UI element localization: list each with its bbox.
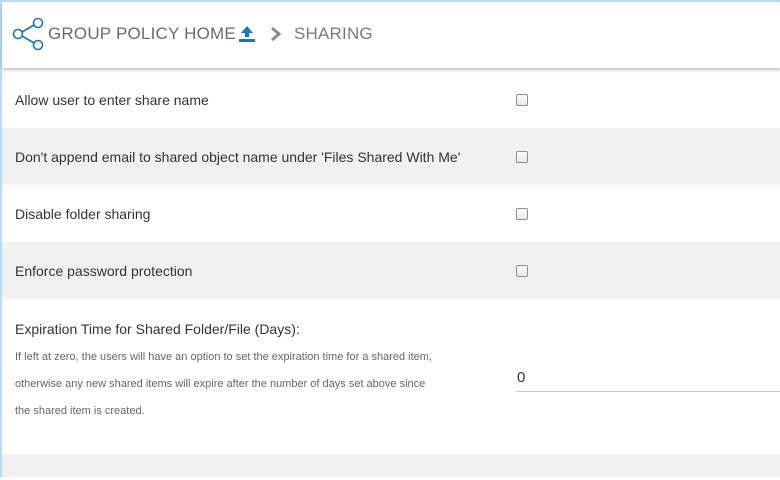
chevron-right-icon [271,26,282,42]
expiration-help-line: If left at zero, the users will have an … [15,351,432,363]
setting-row-disable-folder-sharing: Disable folder sharing [2,185,780,242]
breadcrumb-header: GROUP POLICY HOME SHARING [2,2,780,68]
setting-row-allow-share-name: Allow user to enter share name [2,71,780,128]
share-icon [12,17,44,51]
breadcrumb-home-link[interactable]: GROUP POLICY HOME [48,24,236,44]
setting-row-enforce-password: Enforce password protection [2,242,780,299]
upload-icon[interactable] [238,25,256,43]
sharing-settings-panel: GROUP POLICY HOME SHARING Allow user to … [0,0,780,477]
expiration-title: Expiration Time for Shared Folder/File (… [15,321,300,337]
expiration-help-line: otherwise any new shared items will expi… [15,378,426,390]
setting-label: Enforce password protection [15,262,193,279]
breadcrumb-current: SHARING [294,24,373,43]
setting-label: Don't append email to shared object name… [15,148,461,165]
enforce-password-checkbox[interactable] [516,264,528,277]
expiration-days-input[interactable] [516,364,780,392]
allow-share-name-checkbox[interactable] [516,93,528,106]
setting-label: Allow user to enter share name [15,91,209,108]
disable-folder-sharing-checkbox[interactable] [516,207,528,220]
setting-row-expiration-time: Expiration Time for Shared Folder/File (… [2,300,780,454]
setting-row-dont-append-email: Don't append email to shared object name… [2,128,780,185]
panel-footer [2,454,780,477]
expiration-help-text: If left at zero, the users will have an … [15,344,495,425]
dont-append-email-checkbox[interactable] [516,150,528,163]
expiration-help-line: the shared item is created. [15,405,145,417]
setting-label: Disable folder sharing [15,205,151,222]
